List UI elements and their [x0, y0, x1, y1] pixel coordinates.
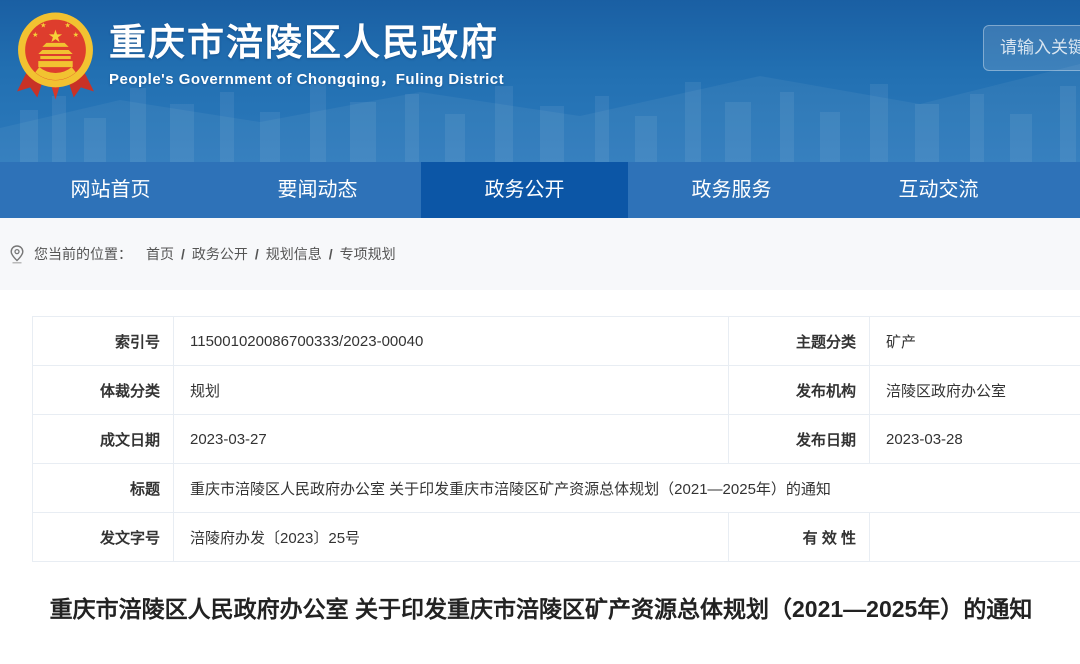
table-row: 成文日期 2023-03-27 发布日期 2023-03-28: [33, 415, 1080, 464]
topic-category-value: 矿产: [870, 317, 1080, 366]
validity-value: [870, 513, 1080, 562]
document-number-value: 涪陵府办发〔2023〕25号: [174, 513, 729, 562]
site-subtitle: People's Government of Chongqing，Fuling …: [109, 68, 504, 89]
header-search: [983, 25, 1080, 71]
written-date-value: 2023-03-27: [174, 415, 729, 464]
breadcrumb: 您当前的位置： 首页 / 政务公开 / 规划信息 / 专项规划: [0, 244, 396, 264]
site-title: 重庆市涪陵区人民政府: [109, 22, 504, 64]
site-logo[interactable]: ★ ★ ★ ★ ★ 重庆市涪陵区人民政府 People's Government…: [14, 8, 504, 102]
nav-item-gov-service[interactable]: 政务服务: [628, 162, 835, 218]
svg-text:★: ★: [48, 26, 63, 46]
article-title: 重庆市涪陵区人民政府办公室 关于印发重庆市涪陵区矿产资源总体规划（2021—20…: [36, 591, 1046, 628]
svg-text:★: ★: [73, 31, 79, 39]
index-number-label: 索引号: [33, 317, 174, 366]
content-area: 索引号 115001020086700333/2023-00040 主题分类 矿…: [0, 316, 1080, 628]
genre-category-label: 体裁分类: [33, 366, 174, 415]
breadcrumb-home[interactable]: 首页: [146, 244, 174, 264]
breadcrumb-label: 您当前的位置：: [34, 244, 132, 264]
breadcrumb-bar: 您当前的位置： 首页 / 政务公开 / 规划信息 / 专项规划: [0, 218, 1080, 290]
breadcrumb-current: 专项规划: [340, 244, 396, 264]
document-info-table: 索引号 115001020086700333/2023-00040 主题分类 矿…: [32, 316, 1080, 562]
validity-label: 有 效 性: [729, 513, 870, 562]
breadcrumb-planning-info[interactable]: 规划信息: [266, 244, 322, 264]
issuing-agency-value: 涪陵区政府办公室: [870, 366, 1080, 415]
browser-viewport: ★ ★ ★ ★ ★ 重庆市涪陵区人民政府 People's Government…: [0, 0, 1080, 664]
breadcrumb-gov-info[interactable]: 政务公开: [192, 244, 248, 264]
issuing-agency-label: 发布机构: [729, 366, 870, 415]
svg-text:★: ★: [32, 31, 38, 39]
nav-item-interaction[interactable]: 互动交流: [835, 162, 1042, 218]
nav-item-news[interactable]: 要闻动态: [214, 162, 421, 218]
breadcrumb-separator: /: [329, 246, 333, 262]
nav-item-home[interactable]: 网站首页: [7, 162, 214, 218]
table-row: 标题 重庆市涪陵区人民政府办公室 关于印发重庆市涪陵区矿产资源总体规划（2021…: [33, 464, 1080, 513]
title-label: 标题: [33, 464, 174, 513]
topic-category-label: 主题分类: [729, 317, 870, 366]
publish-date-value: 2023-03-28: [870, 415, 1080, 464]
table-row: 体裁分类 规划 发布机构 涪陵区政府办公室: [33, 366, 1080, 415]
main-nav: 网站首页 要闻动态 政务公开 政务服务 互动交流: [0, 162, 1080, 218]
page: ★ ★ ★ ★ ★ 重庆市涪陵区人民政府 People's Government…: [0, 0, 1080, 628]
national-emblem-icon: ★ ★ ★ ★ ★: [14, 8, 97, 102]
index-number-value: 115001020086700333/2023-00040: [174, 317, 729, 366]
location-pin-icon: [9, 245, 25, 264]
brand-text: 重庆市涪陵区人民政府 People's Government of Chongq…: [109, 22, 504, 89]
document-number-label: 发文字号: [33, 513, 174, 562]
breadcrumb-separator: /: [181, 246, 185, 262]
publish-date-label: 发布日期: [729, 415, 870, 464]
genre-category-value: 规划: [174, 366, 729, 415]
table-row: 发文字号 涪陵府办发〔2023〕25号 有 效 性: [33, 513, 1080, 562]
table-row: 索引号 115001020086700333/2023-00040 主题分类 矿…: [33, 317, 1080, 366]
title-value: 重庆市涪陵区人民政府办公室 关于印发重庆市涪陵区矿产资源总体规划（2021—20…: [174, 464, 1080, 513]
breadcrumb-separator: /: [255, 246, 259, 262]
site-header: ★ ★ ★ ★ ★ 重庆市涪陵区人民政府 People's Government…: [0, 0, 1080, 162]
nav-item-gov-info[interactable]: 政务公开: [421, 162, 628, 218]
svg-text:★: ★: [40, 22, 46, 30]
svg-text:★: ★: [64, 22, 70, 30]
search-input[interactable]: [984, 26, 1080, 70]
written-date-label: 成文日期: [33, 415, 174, 464]
